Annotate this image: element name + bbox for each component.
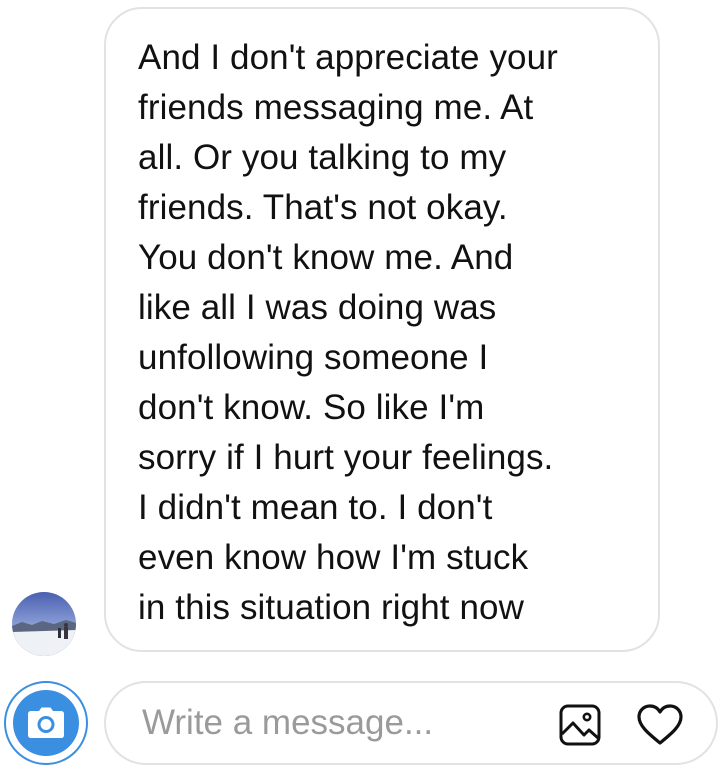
like-button[interactable] xyxy=(636,701,684,749)
avatar-photo-image xyxy=(12,592,76,656)
direct-message-thread: And I don't appreciate your friends mess… xyxy=(0,0,721,784)
camera-button[interactable] xyxy=(4,681,88,765)
sender-avatar[interactable] xyxy=(12,592,76,656)
heart-icon xyxy=(637,704,683,745)
camera-button-fill xyxy=(13,690,79,756)
gallery-button[interactable] xyxy=(558,703,602,747)
received-message-bubble[interactable]: And I don't appreciate your friends mess… xyxy=(104,7,660,652)
message-text: And I don't appreciate your friends mess… xyxy=(138,38,558,627)
image-icon xyxy=(559,704,601,746)
message-composer xyxy=(104,681,718,765)
camera-icon xyxy=(28,707,64,738)
message-input[interactable] xyxy=(142,697,532,749)
